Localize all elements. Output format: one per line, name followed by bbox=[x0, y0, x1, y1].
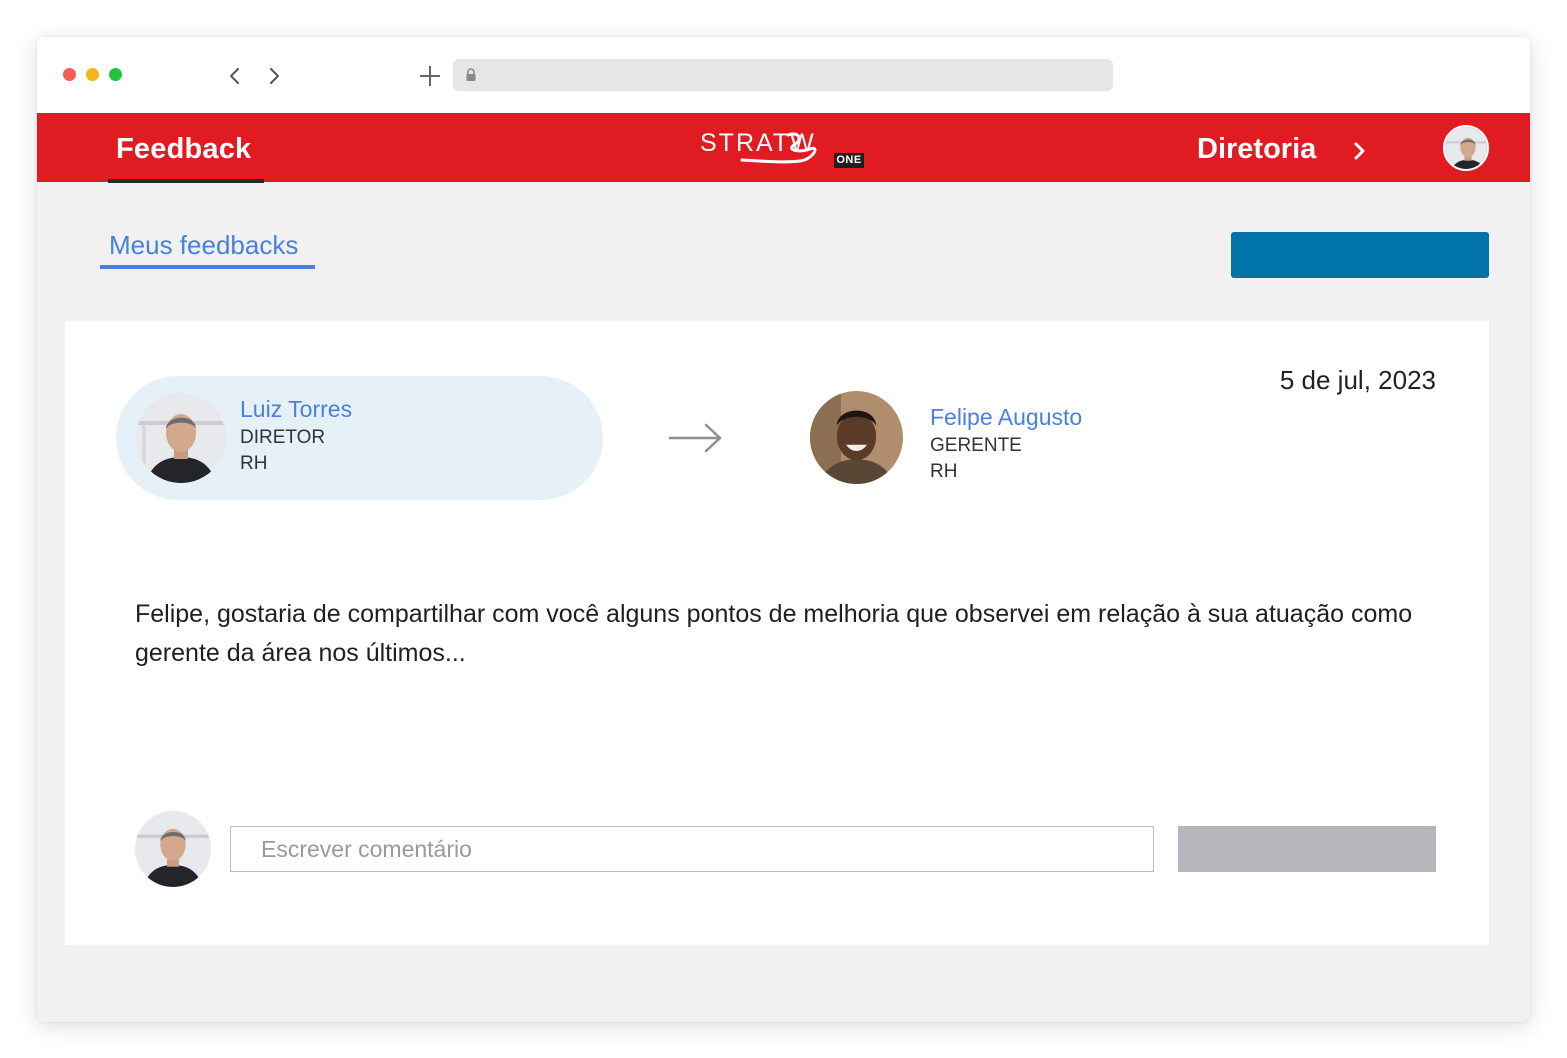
address-bar[interactable] bbox=[453, 59, 1113, 91]
stratws-logo: STRATW ONE bbox=[700, 127, 865, 171]
maximize-window-button[interactable] bbox=[109, 68, 122, 81]
plus-icon[interactable] bbox=[418, 64, 442, 88]
close-window-button[interactable] bbox=[63, 68, 76, 81]
sender-department: RH bbox=[240, 453, 268, 474]
feedback-date: 5 de jul, 2023 bbox=[1279, 365, 1436, 395]
tab-meus-feedbacks[interactable]: Meus feedbacks bbox=[109, 230, 298, 261]
new-feedback-button[interactable] bbox=[1231, 232, 1489, 278]
recipient-name[interactable]: Felipe Augusto bbox=[930, 404, 1082, 431]
recipient-department: RH bbox=[930, 461, 958, 482]
logo-badge: ONE bbox=[834, 153, 864, 168]
sender-chip: Luiz Torres DIRETOR RH bbox=[116, 376, 603, 500]
sender-photo bbox=[136, 393, 226, 483]
chevron-right-icon[interactable] bbox=[1353, 140, 1367, 162]
sender-name[interactable]: Luiz Torres bbox=[240, 396, 352, 423]
feedback-card: Luiz Torres DIRETOR RH Felipe Augusto GE… bbox=[65, 321, 1489, 945]
commenter-photo bbox=[135, 811, 211, 887]
arrow-right-icon bbox=[668, 423, 722, 453]
submit-comment-button[interactable] bbox=[1178, 826, 1436, 872]
browser-toolbar bbox=[37, 37, 1530, 113]
minimize-window-button[interactable] bbox=[86, 68, 99, 81]
commenter-avatar bbox=[135, 811, 211, 887]
recipient-photo bbox=[810, 391, 903, 484]
lock-icon bbox=[466, 68, 476, 81]
avatar-photo bbox=[1445, 127, 1487, 169]
department-selector[interactable]: Diretoria bbox=[1197, 133, 1316, 166]
chevron-right-icon[interactable] bbox=[263, 64, 285, 88]
chevron-left-icon[interactable] bbox=[224, 64, 246, 88]
browser-window: Feedback STRATW ONE Diretoria Meus feedb… bbox=[37, 37, 1530, 1022]
active-tab-underline bbox=[100, 265, 315, 269]
logo-swoosh-icon bbox=[740, 132, 817, 164]
app-header: Feedback STRATW ONE Diretoria bbox=[37, 113, 1530, 183]
recipient-role: GERENTE bbox=[930, 435, 1022, 456]
comment-input[interactable] bbox=[230, 826, 1154, 872]
sender-role: DIRETOR bbox=[240, 427, 326, 448]
feedback-message: Felipe, gostaria de compartilhar com voc… bbox=[135, 600, 1413, 667]
active-tab-indicator bbox=[108, 179, 264, 183]
recipient-avatar bbox=[810, 391, 903, 484]
feedback-nav-tab[interactable]: Feedback bbox=[116, 133, 251, 166]
user-avatar[interactable] bbox=[1443, 125, 1489, 171]
sender-avatar bbox=[136, 393, 226, 483]
